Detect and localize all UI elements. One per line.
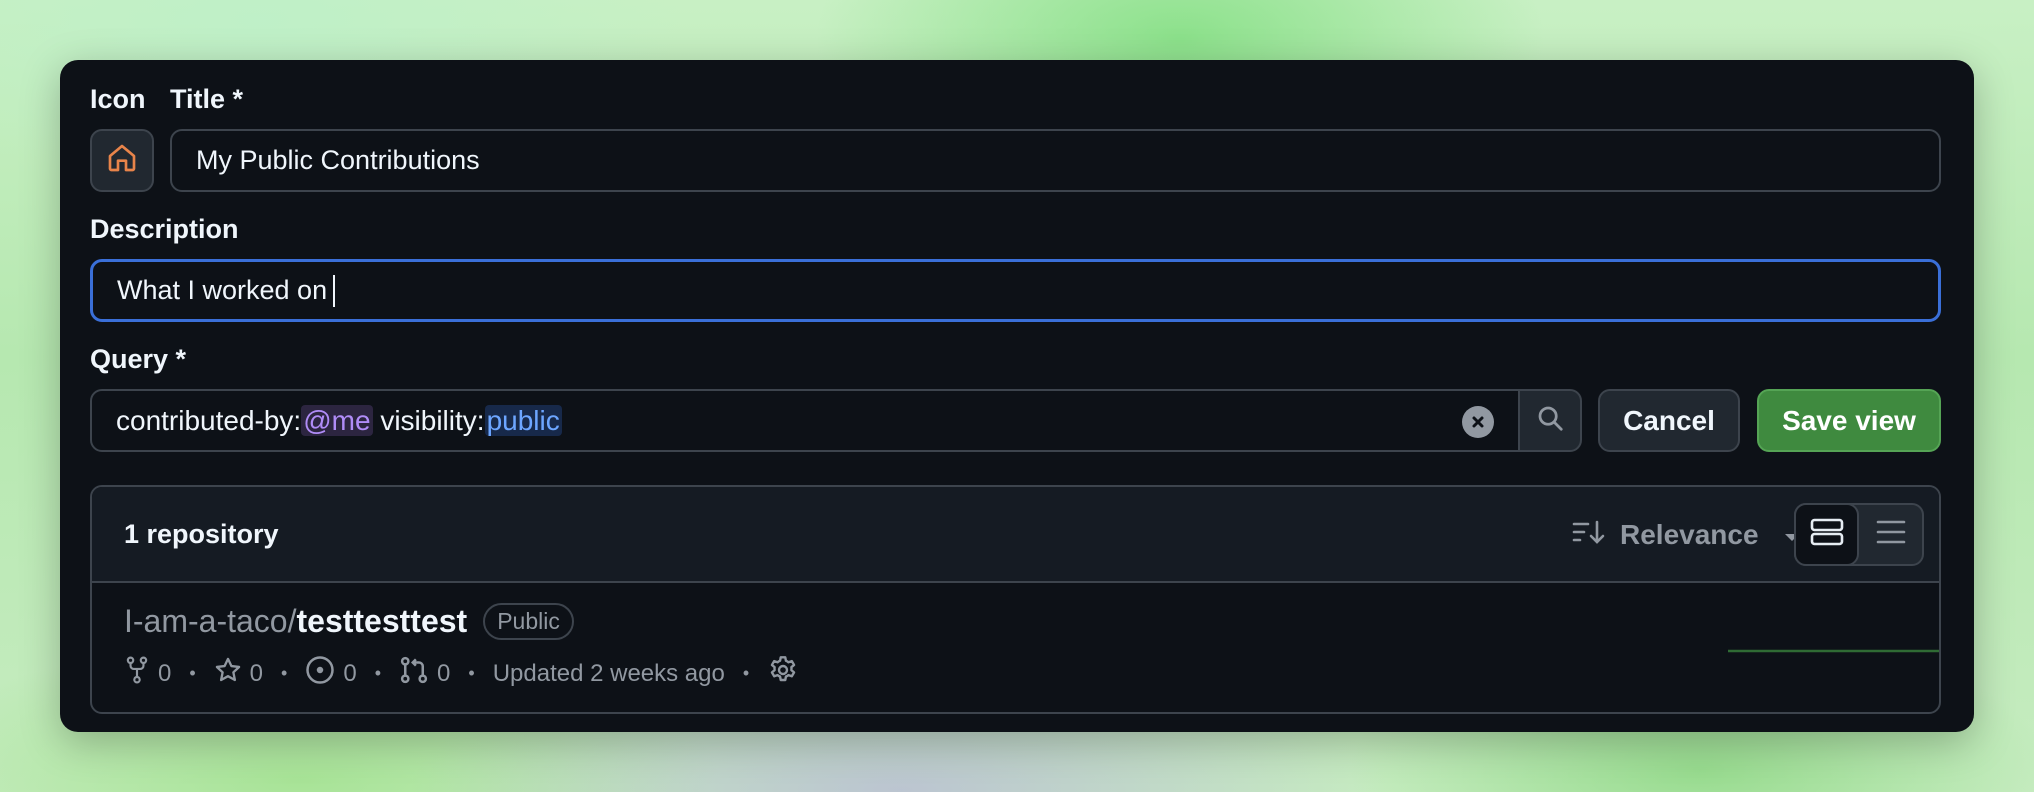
updated-time: Updated 2 weeks ago — [492, 659, 725, 687]
fork-icon — [124, 656, 150, 691]
repository-item: I-am-a-taco/testtesttest Public 0 • 0 • … — [124, 603, 799, 693]
search-icon — [1535, 403, 1565, 438]
query-token-me: @me — [301, 404, 373, 436]
query-token-public: public — [484, 404, 562, 436]
save-view-button[interactable]: Save view — [1757, 389, 1941, 452]
sort-icon — [1572, 518, 1606, 553]
icon-label: Icon — [90, 84, 146, 114]
card-view-icon — [1810, 517, 1844, 552]
issues-count: 0 — [305, 655, 357, 692]
pull-request-icon — [399, 655, 429, 692]
title-label: Title * — [170, 84, 244, 114]
result-count: 1 repository — [124, 519, 279, 549]
save-view-dialog: Icon Title * My Public Contributions Des… — [60, 60, 1974, 732]
list-view-icon — [1875, 518, 1907, 551]
card-view-button[interactable] — [1794, 503, 1860, 566]
title-input[interactable]: My Public Contributions — [170, 129, 1941, 192]
title-input-value: My Public Contributions — [196, 145, 480, 175]
sort-label: Relevance — [1620, 519, 1759, 550]
home-icon — [106, 142, 138, 179]
star-icon — [214, 656, 242, 691]
query-text: contributed-by:@me visibility:public — [116, 404, 562, 436]
list-view-button[interactable] — [1859, 505, 1922, 564]
description-input-value: What I worked on — [117, 275, 328, 305]
results-panel: 1 repository Relevance I-am-a-taco/testt… — [90, 485, 1941, 714]
sort-dropdown[interactable]: Relevance — [1572, 513, 1801, 557]
description-label: Description — [90, 214, 239, 244]
activity-sparkline — [1728, 649, 1939, 653]
issue-icon — [305, 655, 335, 692]
stars-count: 0 — [214, 656, 263, 691]
gear-icon[interactable] — [767, 654, 799, 693]
visibility-badge: Public — [483, 603, 574, 640]
text-caret — [333, 274, 336, 307]
search-button[interactable] — [1518, 389, 1582, 452]
query-input[interactable]: contributed-by:@me visibility:public — [90, 389, 1522, 452]
view-toggle — [1794, 503, 1924, 566]
forks-count: 0 — [124, 656, 171, 691]
pull-requests-count: 0 — [399, 655, 450, 692]
repository-meta: 0 • 0 • 0 • 0 • Updated 2 weeks ago • — [124, 654, 799, 693]
query-label: Query * — [90, 344, 187, 374]
results-header: 1 repository Relevance — [92, 487, 1939, 583]
clear-icon[interactable] — [1462, 406, 1494, 438]
cancel-button[interactable]: Cancel — [1598, 389, 1740, 452]
icon-picker-button[interactable] — [90, 129, 154, 192]
description-input[interactable]: What I worked on — [90, 259, 1941, 322]
repository-link[interactable]: I-am-a-taco/testtesttest — [124, 603, 467, 640]
